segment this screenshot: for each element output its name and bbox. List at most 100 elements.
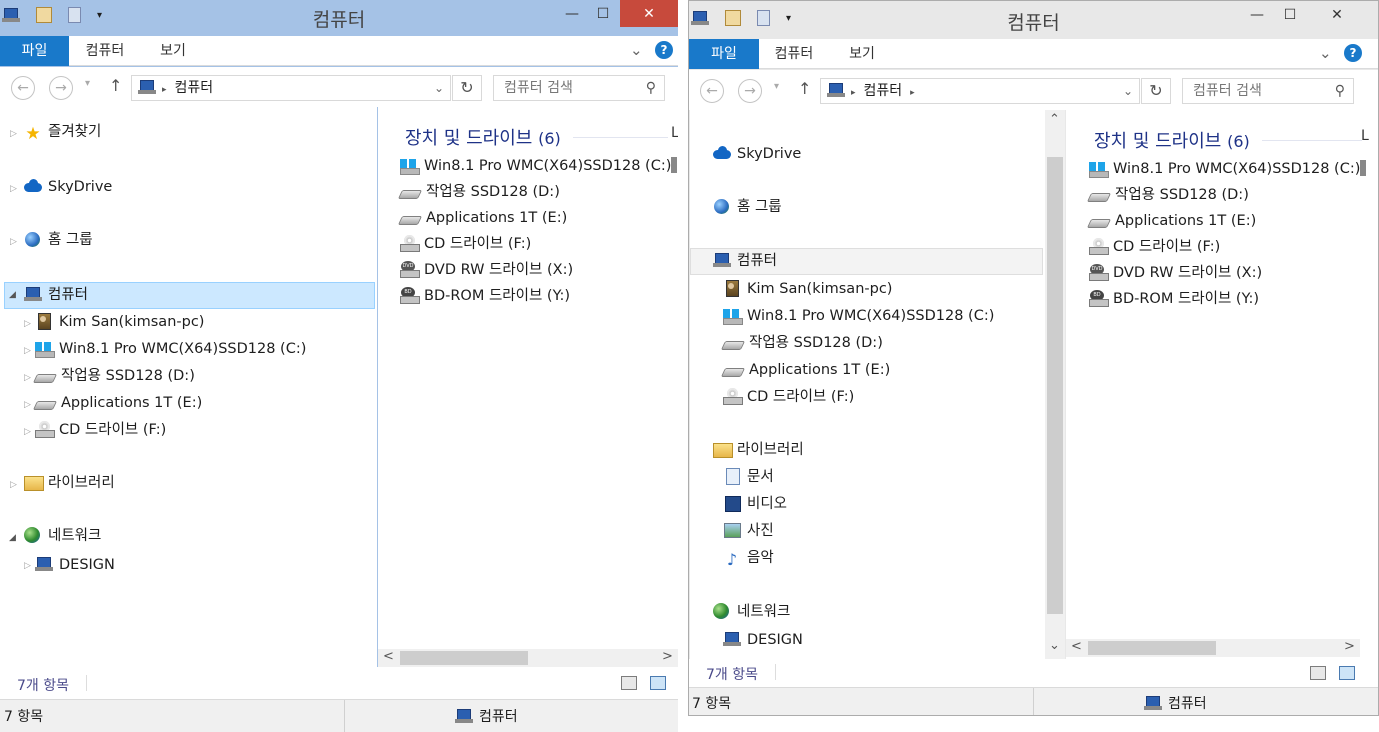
path-box[interactable]: ▸ 컴퓨터 ▸ ⌄ [820,78,1140,104]
drive-item-c[interactable]: Win8.1 Pro WMC(X64)SSD128 (C:) [1089,156,1360,182]
recent-locations-icon[interactable]: ▾ [774,81,779,92]
expand-arrow-icon[interactable]: ▷ [24,427,31,437]
nav-vertical-scrollbar[interactable]: ⌃ ⌄ [1045,110,1065,659]
details-view-icon[interactable] [621,676,637,690]
nav-drive-e[interactable]: Applications 1T (E:) [720,357,890,383]
scroll-right-button[interactable]: > [1344,639,1355,654]
scroll-right-button[interactable]: > [662,649,673,664]
collapse-arrow-icon[interactable]: ◢ [9,533,16,543]
drive-item-c[interactable]: Win8.1 Pro WMC(X64)SSD128 (C:) [400,153,671,179]
search-icon[interactable]: ⚲ [1335,79,1345,103]
drive-item-x[interactable]: DVD RW 드라이브 (X:) [400,257,573,283]
scrollbar-thumb[interactable] [1047,157,1063,614]
expand-ribbon-icon[interactable]: ⌄ [630,41,643,59]
tab-file[interactable]: 파일 [689,39,759,69]
nav-pc-user[interactable]: Kim San(kimsan-pc) [35,309,204,335]
maximize-button[interactable]: ☐ [588,0,618,27]
horizontal-scrollbar[interactable]: < > [378,649,678,667]
breadcrumb-separator-icon[interactable]: ▸ [851,88,856,98]
expand-arrow-icon[interactable]: ▷ [24,400,31,410]
tab-file[interactable]: 파일 [0,36,69,66]
forward-button[interactable]: → [738,79,762,103]
nav-videos[interactable]: 비디오 [723,491,787,517]
breadcrumb-computer[interactable]: 컴퓨터 [864,83,903,99]
nav-network[interactable]: 네트워크 [713,599,790,625]
scroll-down-button[interactable]: ⌄ [1049,638,1060,653]
nav-homegroup[interactable]: 홈 그룹 [24,227,93,253]
tab-computer[interactable]: 컴퓨터 [74,36,136,66]
drive-item-y[interactable]: BD-ROM 드라이브 (Y:) [400,283,570,309]
back-button[interactable]: ← [11,76,35,100]
group-header[interactable]: 장치 및 드라이브 (6) [1094,127,1250,153]
nav-design[interactable]: DESIGN [35,552,115,578]
nav-documents[interactable]: 문서 [723,464,774,490]
path-box[interactable]: ▸ 컴퓨터 ⌄ [131,75,451,101]
close-button[interactable]: ✕ [1307,1,1367,28]
drive-item-f[interactable]: CD 드라이브 (F:) [400,231,531,257]
nav-drive-c[interactable]: Win8.1 Pro WMC(X64)SSD128 (C:) [35,336,306,362]
scrollbar-thumb[interactable] [400,651,528,665]
nav-drive-c[interactable]: Win8.1 Pro WMC(X64)SSD128 (C:) [723,303,994,329]
forward-button[interactable]: → [49,76,73,100]
expand-arrow-icon[interactable]: ▷ [10,184,17,194]
help-icon[interactable]: ? [1344,44,1362,62]
nav-drive-f[interactable]: CD 드라이브 (F:) [723,384,854,410]
group-header[interactable]: 장치 및 드라이브 (6) [405,124,561,150]
expand-arrow-icon[interactable]: ▷ [24,346,31,356]
expand-arrow-icon[interactable]: ▷ [10,237,17,247]
nav-libraries[interactable]: 라이브러리 [24,470,115,496]
nav-libraries[interactable]: 라이브러리 [713,437,804,463]
expand-ribbon-icon[interactable]: ⌄ [1319,44,1332,62]
tab-view[interactable]: 보기 [146,36,200,66]
drive-item-f[interactable]: CD 드라이브 (F:) [1089,234,1220,260]
address-dropdown-icon[interactable]: ⌄ [434,76,444,100]
breadcrumb-separator-icon[interactable]: ▸ [910,88,915,98]
drive-item-d[interactable]: 작업용 SSD128 (D:) [397,179,560,205]
nav-music[interactable]: ♪ 음악 [723,545,774,571]
nav-drive-e[interactable]: Applications 1T (E:) [32,390,202,416]
scroll-left-button[interactable]: < [1071,639,1082,654]
right-title-bar[interactable]: ▾ 컴퓨터 — ☐ ✕ [689,1,1378,37]
nav-skydrive[interactable]: SkyDrive [24,174,112,200]
refresh-button[interactable]: ↻ [1141,78,1171,104]
nav-drive-d[interactable]: 작업용 SSD128 (D:) [32,363,195,389]
minimize-button[interactable]: — [557,0,587,27]
breadcrumb-separator-icon[interactable]: ▸ [162,85,167,95]
tab-computer[interactable]: 컴퓨터 [763,39,825,69]
expand-arrow-icon[interactable]: ▷ [24,561,31,571]
drive-item-e[interactable]: Applications 1T (E:) [1086,208,1256,234]
drive-item-e[interactable]: Applications 1T (E:) [397,205,567,231]
scrollbar-thumb[interactable] [1088,641,1216,655]
large-icons-view-icon[interactable] [650,676,666,690]
nav-computer[interactable]: 컴퓨터 [24,282,88,308]
nav-pictures[interactable]: 사진 [723,518,774,544]
nav-homegroup[interactable]: 홈 그룹 [713,194,782,220]
search-input[interactable]: 컴퓨터 검색 ⚲ [493,75,665,101]
left-title-bar[interactable]: ▾ 컴퓨터 — ☐ ✕ [0,0,678,36]
tab-view[interactable]: 보기 [835,39,889,69]
nav-pc-user[interactable]: Kim San(kimsan-pc) [723,276,892,302]
expand-arrow-icon[interactable]: ▷ [24,319,31,329]
maximize-button[interactable]: ☐ [1274,1,1306,28]
drive-item-x[interactable]: DVD RW 드라이브 (X:) [1089,260,1262,286]
help-icon[interactable]: ? [655,41,673,59]
up-button[interactable]: ↑ [798,79,811,98]
nav-design[interactable]: DESIGN [723,627,803,653]
collapse-arrow-icon[interactable]: ◢ [9,290,16,300]
horizontal-scrollbar[interactable]: < > [1066,639,1360,657]
nav-computer[interactable]: 컴퓨터 [713,248,777,274]
scroll-up-button[interactable]: ⌃ [1049,112,1060,127]
search-icon[interactable]: ⚲ [646,76,656,100]
minimize-button[interactable]: — [1241,1,1273,28]
scroll-left-button[interactable]: < [383,649,394,664]
drive-item-y[interactable]: BD-ROM 드라이브 (Y:) [1089,286,1259,312]
nav-skydrive[interactable]: SkyDrive [713,141,801,167]
recent-locations-icon[interactable]: ▾ [85,78,90,89]
expand-arrow-icon[interactable]: ▷ [24,373,31,383]
address-dropdown-icon[interactable]: ⌄ [1123,79,1133,103]
close-button[interactable]: ✕ [620,0,678,27]
nav-network[interactable]: 네트워크 [24,523,101,549]
details-view-icon[interactable] [1310,666,1326,680]
nav-drive-d[interactable]: 작업용 SSD128 (D:) [720,330,883,356]
nav-drive-f[interactable]: CD 드라이브 (F:) [35,417,166,443]
